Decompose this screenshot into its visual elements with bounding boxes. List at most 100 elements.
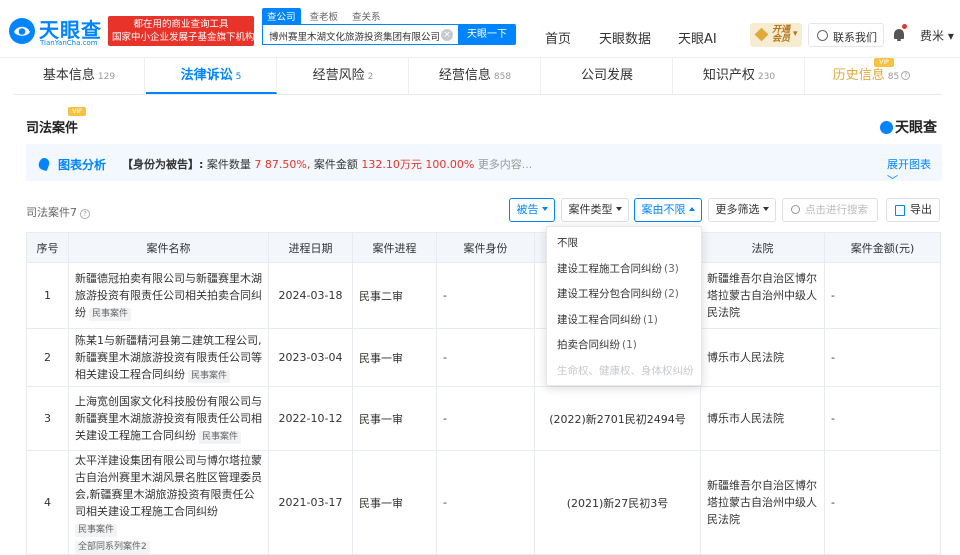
notification-dot — [902, 24, 907, 29]
row-index: 1 — [26, 262, 69, 329]
case-type-tag: 民事案件 — [89, 308, 132, 321]
header-role: 案件身份 — [436, 232, 535, 263]
dropdown-option-unlimited[interactable]: 不限 — [547, 231, 701, 257]
logo[interactable]: 天眼查 TianYanCha.com — [8, 14, 104, 48]
row-amount: - — [824, 328, 941, 387]
help-icon: ? — [901, 71, 911, 80]
caret-down-icon — [615, 207, 622, 211]
search-input-value: 博州赛里木湖文化旅游投资集团有限公司 — [269, 32, 441, 43]
row-case-no[interactable]: (2021)新27民初3号 — [534, 450, 701, 555]
series-cases-tag[interactable]: 全部同系列案件2 — [75, 540, 150, 554]
slogan-line-1: 都在用的商业查询工具 — [133, 19, 229, 30]
search-tab-boss[interactable]: 查老板 — [305, 8, 344, 24]
tab-basic-info[interactable]: 基本信息 129 — [14, 58, 145, 94]
top-header: 天眼查 TianYanCha.com 都在用的商业查询工具 国家中小企业发展子基… — [0, 0, 960, 58]
case-name-link[interactable]: 太平洋建设集团有限公司与博尔塔拉蒙古自治州赛里木湖风景名胜区管理委员会,新疆赛里… — [75, 454, 262, 518]
tab-legal[interactable]: 法律诉讼 5 — [146, 58, 277, 94]
dropdown-option[interactable]: 建设工程施工合同纠纷 (3) — [547, 257, 701, 283]
dropdown-option[interactable]: 建设工程分包合同纠纷 (2) — [547, 282, 701, 308]
row-date: 2023-03-04 — [268, 328, 353, 387]
vip-badge: VIP — [68, 107, 86, 116]
search-tab-company[interactable]: 查公司 — [262, 8, 301, 24]
bell-icon[interactable] — [893, 24, 907, 41]
row-date: 2022-10-12 — [268, 386, 353, 451]
tab-ip[interactable]: 知识产权 230 — [674, 58, 805, 94]
search-button[interactable]: 天眼一下 — [458, 24, 516, 45]
more-filters-button[interactable]: 更多筛选 — [708, 198, 776, 222]
chart-analysis-bar: 图表分析 【身份为被告】: 案件数量 7 87.50%, 案件金额 132.10… — [26, 144, 942, 187]
row-amount: - — [824, 386, 941, 451]
row-court: 博乐市人民法院 — [700, 328, 825, 387]
nav-ai[interactable]: 天眼AI — [678, 28, 717, 47]
nav-data[interactable]: 天眼数据 — [599, 28, 651, 47]
search-type-tabs: 查公司 查老板 查关系 — [262, 8, 390, 24]
nav-home[interactable]: 首页 — [545, 28, 571, 47]
row-stage: 民事一审 — [352, 386, 437, 451]
more-content-link[interactable]: 更多内容... — [478, 158, 533, 171]
search-icon — [791, 205, 800, 214]
table-row: 1 新疆德冠拍卖有限公司与新疆赛里木湖旅游投资有限责任公司相关拍卖合同纠纷 民事案… — [26, 262, 941, 329]
table-row: 3 上海宽创国家文化科技股份有限公司与新疆赛里木湖旅游投资有限责任公司相关建设工… — [26, 386, 941, 451]
tab-operation[interactable]: 经营信息 858 — [410, 58, 541, 94]
export-icon — [895, 205, 905, 216]
clear-icon[interactable]: × — [441, 29, 453, 41]
history-vip-badge: VIP — [874, 58, 894, 67]
eye-icon — [880, 121, 893, 134]
analysis-summary: 【身份为被告】: 案件数量 7 87.50%, 案件金额 132.10万元 10… — [122, 158, 533, 171]
company-section-tabs: 基本信息 129 法律诉讼 5 经营风险 2 经营信息 858 公司发展 知识产权 230… — [14, 58, 942, 95]
dropdown-option[interactable]: 建设工程合同纠纷 (1) — [547, 308, 701, 334]
cause-filter-dropdown: 不限 建设工程施工合同纠纷 (3) 建设工程分包合同纠纷 (2) 建设工程合同纠纷(… — [546, 226, 702, 386]
cause-filter-button[interactable]: 案由不限 — [634, 198, 702, 222]
open-vip-button[interactable]: 开通 会员 ▾ — [750, 23, 802, 47]
header-index: 序号 — [26, 232, 69, 263]
case-type-tag: 民事案件 — [199, 431, 242, 444]
row-stage: 民事二审 — [352, 262, 437, 329]
contact-us-button[interactable]: 联系我们 — [808, 23, 884, 47]
contact-us-label: 联系我们 — [833, 31, 877, 44]
header-amount: 案件金额(元) — [824, 232, 941, 263]
case-name-link[interactable]: 陈某1与新疆精河县第二建筑工程公司,新疆赛里木湖旅游投资有限责任公司等相关建设工… — [75, 334, 262, 381]
row-case-no[interactable]: (2022)新2701民初2494号 — [534, 386, 701, 451]
tab-history[interactable]: 历史信息 85? — [806, 58, 937, 94]
row-court: 新疆维吾尔自治区博尔塔拉蒙古自治州中级人民法院 — [700, 262, 825, 329]
search-tab-relation[interactable]: 查关系 — [347, 8, 386, 24]
row-index: 4 — [26, 450, 69, 555]
row-case-name-cell: 上海宽创国家文化科技股份有限公司与新疆赛里木湖旅游投资有限责任公司相关建设工程施… — [68, 386, 269, 451]
chevron-down-icon: ▾ — [793, 29, 798, 39]
vip-button-label: 开通 会员 — [772, 25, 791, 44]
row-court: 博乐市人民法院 — [700, 386, 825, 451]
row-case-name-cell: 陈某1与新疆精河县第二建筑工程公司,新疆赛里木湖旅游投资有限责任公司等相关建设工… — [68, 328, 269, 387]
row-amount: - — [824, 262, 941, 329]
caret-up-icon — [688, 207, 695, 211]
dropdown-option[interactable]: 拍卖合同纠纷 (1) — [547, 333, 701, 359]
caret-down-icon — [541, 207, 548, 211]
export-button[interactable]: 导出 — [886, 198, 940, 222]
role-filter-button[interactable]: 被告 — [509, 198, 555, 222]
caret-down-icon — [762, 207, 769, 211]
search-input[interactable]: 博州赛里木湖文化旅游投资集团有限公司 × — [262, 24, 458, 45]
row-role: - — [436, 262, 535, 329]
case-search-input[interactable]: 点击进行搜索 — [782, 198, 878, 222]
header-date[interactable]: 进程日期 — [268, 232, 353, 263]
header-case-name: 案件名称 — [68, 232, 269, 263]
tab-development[interactable]: 公司发展 — [542, 58, 673, 94]
judicial-cases-section: 司法案件 VIP 天眼查 图表分析 【身份为被告】: 案件数量 7 87.50%… — [14, 100, 942, 555]
case-type-filter-button[interactable]: 案件类型 — [561, 198, 629, 222]
table-row: 2 陈某1与新疆精河县第二建筑工程公司,新疆赛里木湖旅游投资有限责任公司等相关建… — [26, 328, 941, 387]
chart-icon — [37, 156, 51, 172]
cases-table: 序号 案件名称 进程日期 案件进程 案件身份 案号 法院 案件金额(元) 1 新… — [26, 232, 941, 555]
row-amount: - — [824, 450, 941, 555]
row-court: 新疆维吾尔自治区博尔塔拉蒙古自治州中级人民法院 — [700, 450, 825, 555]
table-header-row: 序号 案件名称 进程日期 案件进程 案件身份 案号 法院 案件金额(元) — [26, 232, 941, 263]
chart-analysis-label[interactable]: 图表分析 — [58, 156, 106, 173]
row-index: 2 — [26, 328, 69, 387]
user-menu[interactable]: 费米 ▾ — [920, 27, 954, 44]
row-role: - — [436, 386, 535, 451]
chevron-down-icon: ﹀ — [887, 174, 898, 187]
phone-icon — [817, 30, 828, 41]
row-stage: 民事一审 — [352, 450, 437, 555]
slogan-banner: 都在用的商业查询工具 国家中小企业发展子基金旗下机构 — [108, 16, 255, 46]
expand-chart-link[interactable]: 展开图表 ﹀ — [887, 156, 942, 188]
tab-risk[interactable]: 经营风险 2 — [278, 58, 409, 94]
row-date: 2024-03-18 — [268, 262, 353, 329]
